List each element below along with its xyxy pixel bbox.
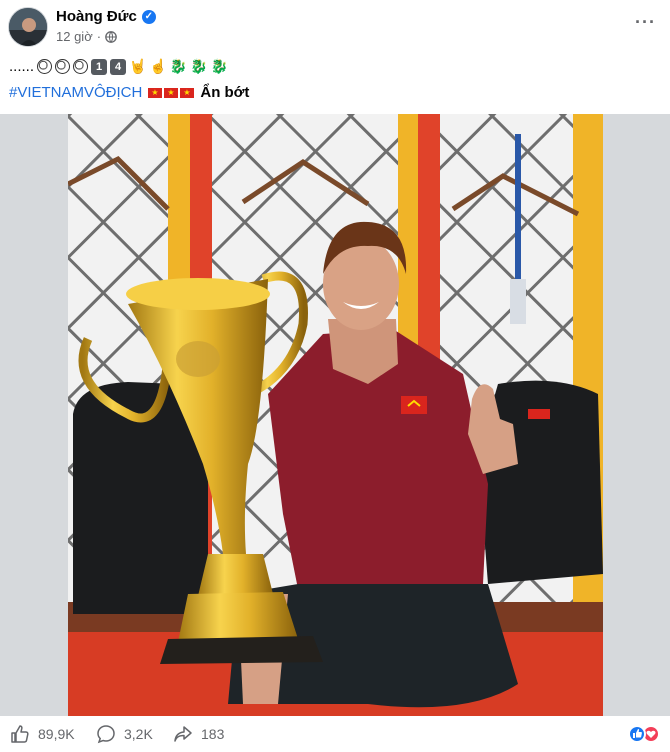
keycap-4-icon: 4 [110, 58, 127, 75]
soccer-ball-icon [55, 59, 71, 74]
like-reaction-icon [628, 725, 646, 743]
rock-hand-icon: 🤘 [129, 58, 147, 74]
comment-icon [97, 725, 115, 744]
post-meta: 12 giờ · [56, 29, 117, 44]
reaction-summary[interactable] [628, 725, 660, 743]
comment-count: 3,2K [124, 726, 153, 742]
soccer-ball-icon [73, 59, 89, 74]
share-button[interactable]: 183 [173, 716, 224, 752]
share-count: 183 [201, 726, 225, 742]
verified-badge-icon: ✓ [141, 9, 156, 24]
vietnam-flag-icon [148, 87, 163, 98]
author-label[interactable]: Hoàng Đức [56, 8, 137, 25]
vietnam-flag-icon [180, 87, 195, 98]
caption-line-2: #VIETNAMVÔĐỊCH Ẩn bớt [9, 84, 249, 101]
separator-dot: · [96, 29, 102, 44]
share-icon [174, 726, 192, 742]
flags [148, 87, 195, 98]
post-photo[interactable] [68, 114, 603, 716]
soccer-ball-icon [37, 59, 53, 74]
avatar[interactable] [8, 7, 48, 47]
comment-button[interactable]: 3,2K [96, 716, 153, 752]
hashtag-link[interactable]: #VIETNAMVÔĐỊCH [9, 84, 142, 101]
dragon-icon: 🐉 [169, 58, 188, 74]
post-actions-bar: 89,9K 3,2K 183 [0, 716, 670, 752]
dragon-icon: 🐉 [190, 58, 208, 74]
see-less-link[interactable]: Ẩn bớt [200, 84, 249, 101]
pointing-hand-icon: ☝ [149, 58, 167, 74]
keycap-1-icon: 1 [91, 58, 108, 75]
dragon-icon: 🐉 [210, 58, 229, 74]
post-timestamp[interactable]: 12 giờ [56, 29, 93, 44]
post-photo-container [0, 114, 670, 716]
like-icon [11, 725, 29, 743]
like-button[interactable]: 89,9K [10, 716, 75, 752]
vietnam-flag-icon [164, 87, 179, 98]
more-options-button[interactable]: ··· [635, 12, 656, 33]
caption-dots: ...... [9, 58, 35, 75]
like-count: 89,9K [38, 726, 75, 742]
post-header: Hoàng Đức ✓ 12 giờ · ··· [0, 0, 670, 56]
caption-line-1: ...... 1 4 🤘 ☝ 🐉 🐉 🐉 [9, 58, 228, 75]
author-name[interactable]: Hoàng Đức ✓ [56, 8, 156, 25]
globe-icon [105, 30, 117, 43]
